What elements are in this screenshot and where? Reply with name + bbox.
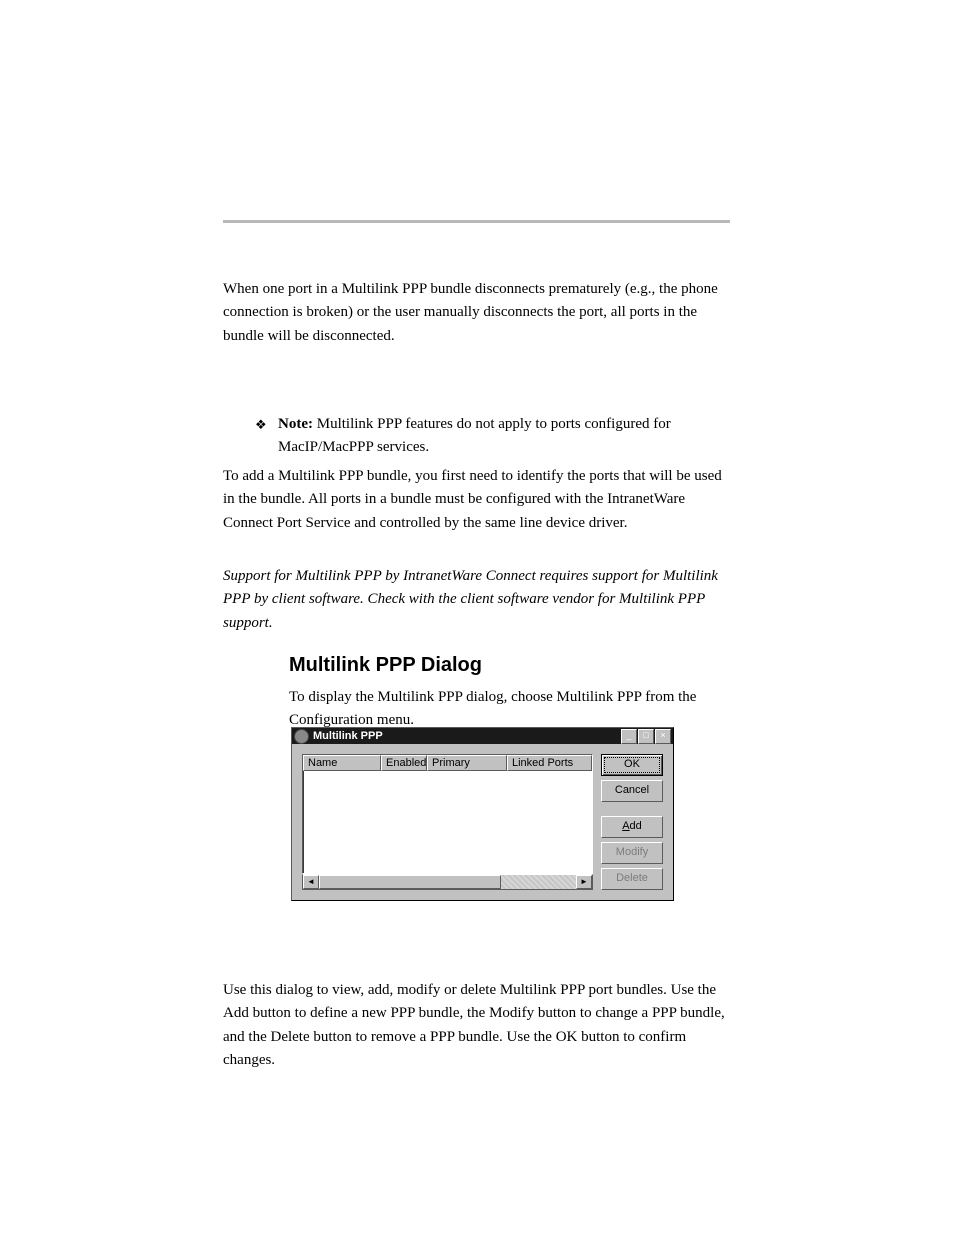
- button-column: OK Cancel Add Modify Delete: [601, 754, 663, 890]
- titlebar[interactable]: Multilink PPP _ □ ×: [292, 728, 673, 744]
- system-menu-icon[interactable]: [294, 729, 309, 744]
- add-mnemonic: A: [622, 820, 629, 832]
- note-body: Multilink PPP features do not apply to p…: [278, 416, 671, 455]
- paragraph-add-bundle: To add a Multilink PPP bundle, you first…: [223, 465, 730, 535]
- minimize-button[interactable]: _: [621, 729, 637, 744]
- column-name[interactable]: Name: [303, 755, 381, 771]
- delete-button[interactable]: Delete: [601, 868, 663, 890]
- scroll-right-button[interactable]: ►: [576, 875, 592, 889]
- paragraph-disconnect: When one port in a Multilink PPP bundle …: [223, 278, 730, 348]
- scroll-track[interactable]: [501, 875, 576, 889]
- note-paragraph: Note: Multilink PPP features do not appl…: [278, 413, 730, 460]
- ok-button[interactable]: OK: [601, 754, 663, 776]
- maximize-button[interactable]: □: [638, 729, 654, 744]
- scroll-left-button[interactable]: ◄: [303, 875, 319, 889]
- listview-header: Name Enabled Primary Linked Ports: [303, 755, 592, 771]
- note-bullet-icon: ❖: [255, 417, 267, 433]
- paragraph-display-dialog: To display the Multilink PPP dialog, cho…: [289, 686, 730, 733]
- titlebar-buttons: _ □ ×: [620, 729, 671, 744]
- section-rule: [223, 220, 730, 223]
- note-label: Note:: [278, 416, 313, 432]
- heading-multilink-ppp-dialog: Multilink PPP Dialog: [289, 654, 482, 677]
- column-enabled[interactable]: Enabled: [381, 755, 427, 771]
- column-primary[interactable]: Primary: [427, 755, 507, 771]
- multilink-ppp-window: Multilink PPP _ □ × Name Enabled Primary…: [291, 727, 674, 901]
- horizontal-scrollbar[interactable]: ◄ ►: [302, 874, 593, 890]
- client-area: Name Enabled Primary Linked Ports ◄ ► OK…: [292, 744, 673, 900]
- add-button[interactable]: Add: [601, 816, 663, 838]
- scroll-thumb[interactable]: [319, 875, 501, 889]
- close-button[interactable]: ×: [655, 729, 671, 744]
- bundle-listview[interactable]: Name Enabled Primary Linked Ports: [302, 754, 593, 874]
- window-title: Multilink PPP: [313, 730, 620, 742]
- column-linked-ports[interactable]: Linked Ports: [507, 755, 592, 771]
- listview-container: Name Enabled Primary Linked Ports ◄ ►: [302, 754, 593, 890]
- button-spacer: [601, 806, 663, 812]
- paragraph-client-support: Support for Multilink PPP by IntranetWar…: [223, 565, 730, 635]
- paragraph-usage: Use this dialog to view, add, modify or …: [223, 979, 730, 1072]
- cancel-button[interactable]: Cancel: [601, 780, 663, 802]
- modify-button[interactable]: Modify: [601, 842, 663, 864]
